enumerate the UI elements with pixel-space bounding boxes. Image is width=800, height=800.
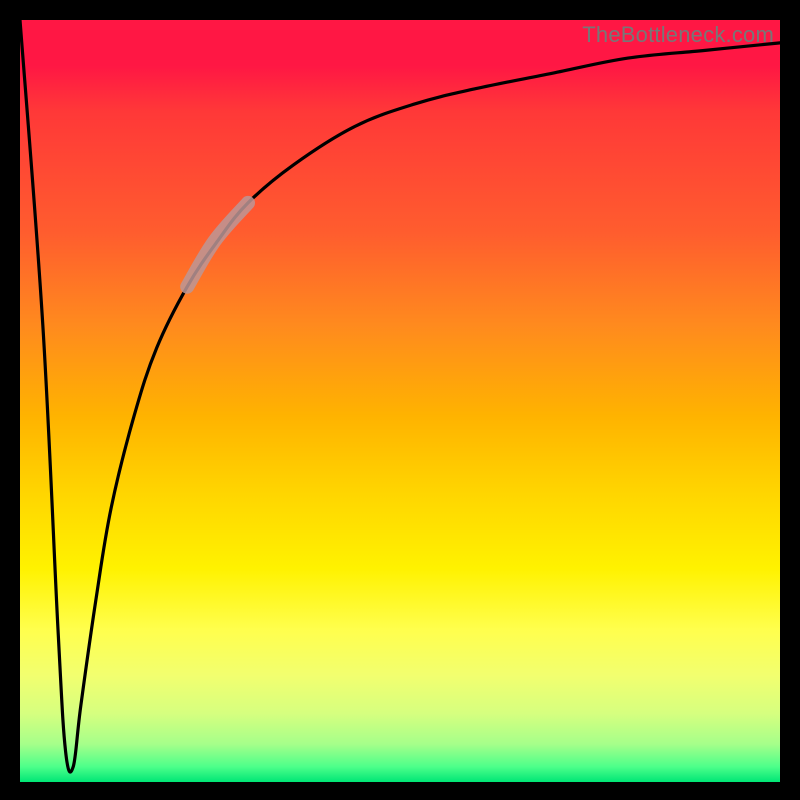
curve-group: [20, 20, 780, 772]
highlight-segment: [187, 203, 248, 287]
chart-plot-area: TheBottleneck.com: [20, 20, 780, 782]
chart-curve: [20, 20, 780, 782]
main-curve: [20, 20, 780, 772]
chart-frame: TheBottleneck.com: [0, 0, 800, 800]
